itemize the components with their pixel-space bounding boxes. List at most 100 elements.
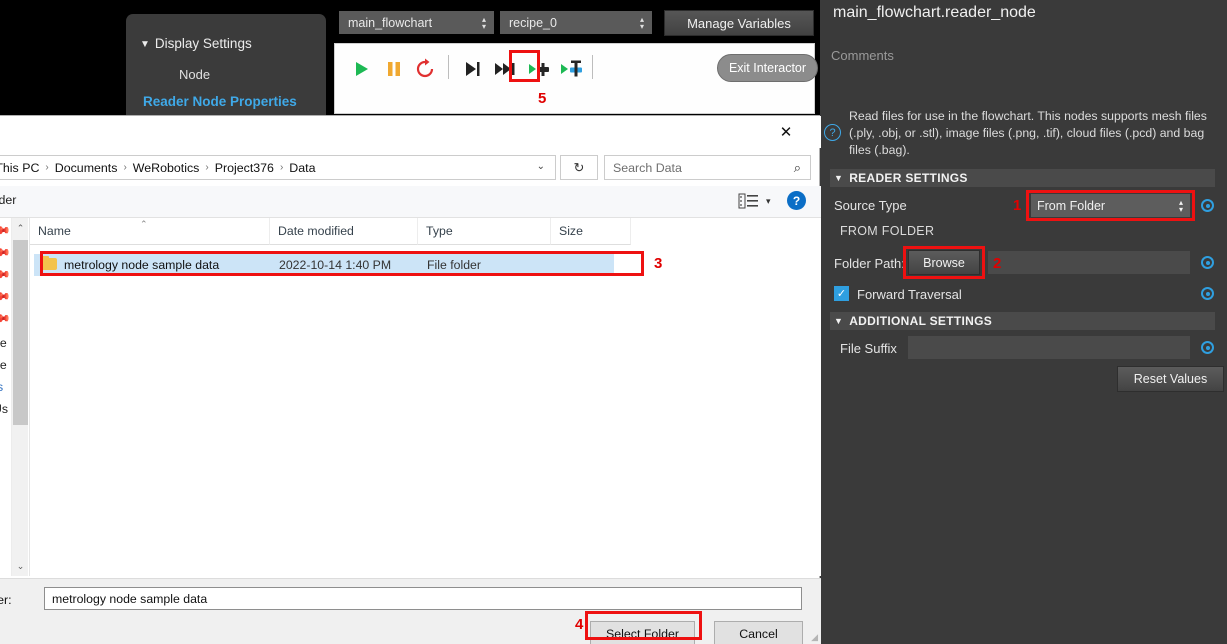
pause-icon[interactable] [381,56,407,82]
comments-field[interactable]: Comments [831,48,894,63]
reader-settings-header[interactable]: ▼ READER SETTINGS [830,169,1215,187]
pin-icon[interactable]: 📌 [0,243,11,262]
breadcrumb-item-werobotics[interactable]: WeRobotics [133,161,200,175]
view-options-icon[interactable] [738,192,760,210]
select-folder-button[interactable]: Select Folder [590,621,695,644]
search-placeholder: Search Data [613,160,682,175]
dialog-command-bar: w folder ▾ ? [0,186,821,218]
search-input[interactable]: Search Data ⌕ [604,155,811,180]
callout-number-1: 1 [1013,197,1022,214]
source-type-label: Source Type [834,198,907,213]
pin-icon[interactable]: 📌 [0,309,11,328]
spinner-icon: ▴ ▾ [1178,197,1183,214]
cell-date-modified: 2022-10-14 1:40 PM [279,258,392,272]
folder-name-input[interactable]: metrology node sample data [44,587,802,610]
toolbar-separator [592,55,593,79]
source-type-value: From Folder [1037,198,1106,213]
help-icon[interactable]: ? [787,191,806,210]
collapse-caret-icon[interactable]: ▼ [140,39,150,50]
source-type-port-icon[interactable] [1201,199,1214,212]
spinner-icon: ▴ ▾ [639,14,644,31]
search-icon: ⌕ [793,160,801,175]
reader-settings-label: READER SETTINGS [849,171,968,185]
pin-icon[interactable]: 📌 [0,265,11,284]
column-header-name[interactable]: Name ⌃ [30,218,270,245]
source-type-select[interactable]: From Folder ▴ ▾ [1031,194,1190,217]
folder-path-port-icon[interactable] [1201,256,1214,269]
nav-item-2[interactable]: de [0,358,7,372]
sort-ascending-icon: ⌃ [140,219,148,229]
display-settings-panel: ▼Display Settings Node General Reader No… [126,14,447,120]
page-title: main_flowchart.reader_node [833,4,1036,21]
breadcrumb-item-this-pc[interactable]: This PC [0,161,39,175]
node-description: Read files for use in the flowchart. Thi… [849,109,1207,157]
folder-path-label: Folder Path: [834,256,905,271]
callout-number-4: 4 [575,616,584,633]
fast-forward-icon[interactable] [491,56,517,82]
nav-item-4[interactable]: Us [0,402,8,416]
exit-interactor-button[interactable]: Exit Interactor [717,54,818,82]
dialog-titlebar: ✕ [0,116,821,148]
recipe-select-value: recipe_0 [509,15,557,30]
run-to-interactor-node-icon[interactable] [559,56,585,82]
flowchart-select[interactable]: main_flowchart ▴ ▾ [339,11,494,34]
reset-values-button[interactable]: Reset Values [1117,366,1224,392]
breadcrumb-separator: › [279,162,284,173]
scroll-up-icon[interactable]: ⌃ [12,218,29,238]
folder-path-input[interactable] [988,251,1190,274]
cancel-button[interactable]: Cancel [714,621,803,644]
breadcrumb[interactable]: › This PC › Documents › WeRobotics › Pro… [0,155,556,180]
interactor-toolbar: Exit Interactor [334,43,818,114]
file-suffix-label: File Suffix [840,341,897,356]
pin-icon[interactable]: 📌 [0,221,11,240]
display-settings-node-label: Node [179,67,211,82]
spinner-icon: ▴ ▾ [481,14,486,31]
file-suffix-port-icon[interactable] [1201,341,1214,354]
breadcrumb-item-data[interactable]: Data [289,161,315,175]
resize-grip-icon[interactable]: ◢ [811,632,818,643]
file-suffix-input[interactable] [908,336,1190,359]
forward-traversal-checkbox[interactable]: ✓ [834,286,849,301]
from-folder-subheader: FROM FOLDER [840,224,935,238]
breadcrumb-item-project376[interactable]: Project376 [215,161,274,175]
table-row[interactable]: metrology node sample data 2022-10-14 1:… [34,254,614,276]
select-folder-dialog: ✕ › This PC › Documents › WeRobotics › P… [0,115,821,644]
folder-field-label: Folder: [0,593,12,607]
play-icon[interactable] [348,56,374,82]
nav-item-1[interactable]: de [0,336,7,350]
navigation-pane-scrollbar[interactable]: ⌃ ⌄ [11,218,28,576]
recipe-select[interactable]: recipe_0 ▴ ▾ [500,11,652,34]
browse-button[interactable]: Browse [908,250,980,275]
new-folder-button[interactable]: w folder [0,193,16,207]
breadcrumb-separator: › [205,162,209,173]
breadcrumb-item-documents[interactable]: Documents [55,161,118,175]
help-icon[interactable]: ? [824,124,841,141]
chevron-down-icon[interactable]: ⌄ [537,161,545,172]
collapse-caret-icon: ▼ [834,173,844,183]
cell-type: File folder [427,258,481,272]
forward-traversal-port-icon[interactable] [1201,287,1214,300]
step-forward-icon[interactable] [459,56,485,82]
scroll-down-icon[interactable]: ⌄ [12,556,29,576]
column-header-size[interactable]: Size [551,218,631,245]
refresh-icon[interactable]: ↻ [560,155,598,180]
toolbar-separator [448,55,449,79]
chevron-down-icon[interactable]: ▾ [766,196,771,207]
callout-number-2: 2 [993,255,1002,272]
column-header-type[interactable]: Type [418,218,551,245]
manage-variables-button[interactable]: Manage Variables [664,10,814,36]
breadcrumb-separator: › [123,162,127,173]
pin-icon[interactable]: 📌 [0,287,11,306]
collapse-caret-icon: ▼ [834,316,844,326]
run-to-node-icon[interactable] [526,56,552,82]
close-icon[interactable]: ✕ [771,120,801,144]
reader-node-properties-link[interactable]: Reader Node Properties [143,94,297,109]
additional-settings-label: ADDITIONAL SETTINGS [849,314,993,328]
column-header-date-modified[interactable]: Date modified [270,218,418,245]
scrollbar-thumb[interactable] [13,240,28,425]
callout-number-3: 3 [654,255,663,272]
cell-name: metrology node sample data [64,258,220,272]
reload-icon[interactable] [412,56,438,82]
additional-settings-header[interactable]: ▼ ADDITIONAL SETTINGS [830,312,1215,330]
nav-item-3[interactable]: s [0,380,3,394]
